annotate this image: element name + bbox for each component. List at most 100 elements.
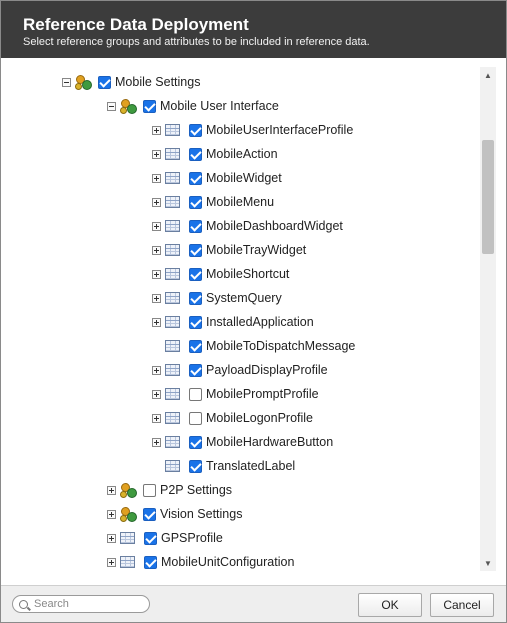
tree-node[interactable]: SystemQuery: [152, 287, 282, 309]
node-checkbox[interactable]: [189, 291, 202, 305]
node-label: TranslatedLabel: [206, 459, 296, 473]
expand-plus-icon[interactable]: [152, 173, 161, 183]
tree-node[interactable]: MobileUnitConfiguration: [107, 551, 294, 571]
expand-plus-icon[interactable]: [152, 125, 161, 135]
dialog-footer: OK Cancel: [1, 585, 506, 622]
expand-plus-icon[interactable]: [152, 149, 161, 159]
scroll-thumb[interactable]: [482, 140, 494, 254]
tree-node[interactable]: Mobile User Interface: [107, 95, 279, 117]
tree-node[interactable]: MobileLogonProfile: [152, 407, 313, 429]
node-label: InstalledApplication: [206, 315, 314, 329]
node-checkbox[interactable]: [189, 363, 202, 377]
expand-plus-icon[interactable]: [152, 221, 161, 231]
node-label: MobileMenu: [206, 195, 275, 209]
tree-node[interactable]: MobileShortcut: [152, 263, 289, 285]
node-checkbox[interactable]: [143, 483, 156, 497]
tree-node[interactable]: MobileUserInterfaceProfile: [152, 119, 353, 141]
node-checkbox[interactable]: [189, 195, 202, 209]
tree-node[interactable]: Mobile Settings: [62, 71, 200, 93]
table-icon: [165, 292, 180, 304]
tree-scrollbar[interactable]: ▲ ▼: [480, 67, 496, 571]
node-checkbox[interactable]: [189, 243, 202, 257]
expand-plus-icon[interactable]: [107, 509, 116, 519]
tree-node[interactable]: MobileMenu: [152, 191, 274, 213]
node-label: MobileAction: [206, 147, 278, 161]
node-checkbox[interactable]: [143, 507, 156, 521]
expand-plus-icon[interactable]: [152, 389, 161, 399]
table-icon: [165, 460, 180, 472]
node-checkbox[interactable]: [189, 387, 202, 401]
table-icon: [165, 388, 180, 400]
tree-node[interactable]: MobileHardwareButton: [152, 431, 333, 453]
dialog-header: Reference Data Deployment Select referen…: [1, 1, 506, 58]
expand-plus-icon[interactable]: [107, 533, 116, 543]
node-checkbox[interactable]: [189, 171, 202, 185]
expand-plus-icon[interactable]: [152, 293, 161, 303]
node-checkbox[interactable]: [189, 123, 202, 137]
node-checkbox[interactable]: [189, 315, 202, 329]
group-icon: [120, 481, 138, 499]
table-icon: [165, 316, 180, 328]
tree-node[interactable]: InstalledApplication: [152, 311, 314, 333]
tree-node[interactable]: MobileToDispatchMessage: [152, 335, 355, 357]
ok-button[interactable]: OK: [358, 593, 422, 617]
node-label: PayloadDisplayProfile: [206, 363, 328, 377]
node-label: MobileLogonProfile: [206, 411, 314, 425]
expand-plus-icon[interactable]: [152, 365, 161, 375]
expand-plus-icon[interactable]: [152, 413, 161, 423]
expand-plus-icon[interactable]: [152, 269, 161, 279]
node-label: Mobile Settings: [115, 75, 201, 89]
group-icon: [120, 97, 138, 115]
search-input[interactable]: [34, 598, 134, 610]
node-checkbox[interactable]: [143, 99, 156, 113]
collapse-minus-icon[interactable]: [62, 77, 71, 87]
node-checkbox[interactable]: [189, 411, 202, 425]
node-checkbox[interactable]: [98, 75, 111, 89]
scroll-down-arrow-icon[interactable]: ▼: [480, 555, 496, 571]
tree-node[interactable]: Vision Settings: [107, 503, 242, 525]
table-icon: [165, 172, 180, 184]
node-checkbox[interactable]: [189, 147, 202, 161]
group-icon: [120, 505, 138, 523]
tree-node[interactable]: P2P Settings: [107, 479, 232, 501]
node-checkbox[interactable]: [189, 219, 202, 233]
node-label: P2P Settings: [160, 483, 233, 497]
table-icon: [165, 124, 180, 136]
node-label: MobileUserInterfaceProfile: [206, 123, 354, 137]
expand-plus-icon[interactable]: [107, 485, 116, 495]
collapse-minus-icon[interactable]: [107, 101, 116, 111]
node-checkbox[interactable]: [189, 339, 202, 353]
expand-plus-icon[interactable]: [152, 197, 161, 207]
node-label: GPSProfile: [161, 531, 223, 545]
node-label: MobileUnitConfiguration: [161, 555, 295, 569]
scroll-up-arrow-icon[interactable]: ▲: [480, 67, 496, 83]
table-icon: [165, 412, 180, 424]
expand-plus-icon[interactable]: [152, 317, 161, 327]
node-checkbox[interactable]: [144, 531, 157, 545]
node-checkbox[interactable]: [189, 267, 202, 281]
tree-node[interactable]: MobilePromptProfile: [152, 383, 319, 405]
table-icon: [165, 196, 180, 208]
expand-plus-icon[interactable]: [152, 437, 161, 447]
tree-node[interactable]: MobileDashboardWidget: [152, 215, 343, 237]
node-label: MobileTrayWidget: [206, 243, 307, 257]
cancel-button[interactable]: Cancel: [430, 593, 494, 617]
node-label: MobileWidget: [206, 171, 282, 185]
tree-node[interactable]: PayloadDisplayProfile: [152, 359, 328, 381]
tree-node[interactable]: MobileTrayWidget: [152, 239, 306, 261]
search-icon: [19, 599, 28, 609]
node-checkbox[interactable]: [144, 555, 157, 569]
tree-node[interactable]: MobileWidget: [152, 167, 282, 189]
expand-plus-icon[interactable]: [152, 245, 161, 255]
reference-data-dialog: Reference Data Deployment Select referen…: [0, 0, 507, 623]
expand-plus-icon[interactable]: [107, 557, 116, 567]
node-label: Vision Settings: [160, 507, 243, 521]
node-label: MobileHardwareButton: [206, 435, 334, 449]
search-box[interactable]: [12, 595, 150, 613]
tree-node[interactable]: GPSProfile: [107, 527, 223, 549]
tree-node[interactable]: TranslatedLabel: [152, 455, 295, 477]
node-checkbox[interactable]: [189, 435, 202, 449]
dialog-subtitle: Select reference groups and attributes t…: [23, 36, 370, 48]
tree-node[interactable]: MobileAction: [152, 143, 278, 165]
node-checkbox[interactable]: [189, 459, 202, 473]
